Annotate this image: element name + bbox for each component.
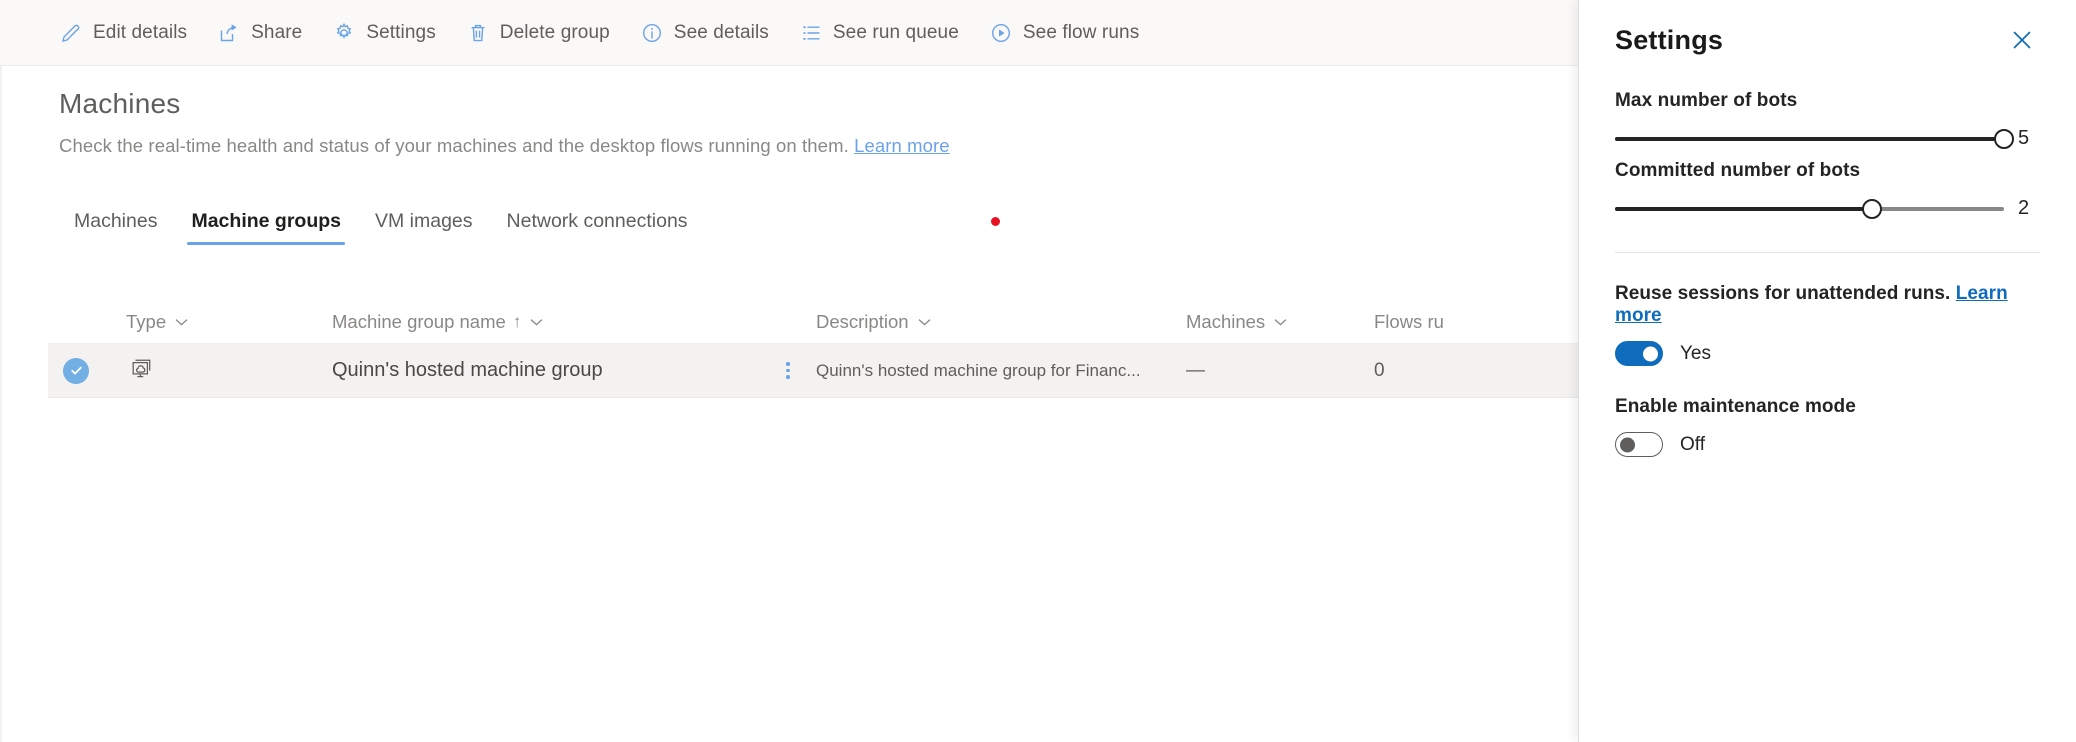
settings-label: Settings: [366, 21, 436, 43]
column-header-description[interactable]: Description: [816, 311, 1186, 333]
maintenance-mode-label: Enable maintenance mode: [1615, 396, 1856, 417]
trash-icon: [467, 22, 489, 44]
column-header-machines-label: Machines: [1186, 310, 1266, 332]
settings-panel-title: Settings: [1615, 24, 1724, 55]
learn-more-link[interactable]: Learn more: [854, 135, 950, 156]
left-edge-strip: [0, 66, 2, 742]
delete-group-label: Delete group: [499, 21, 610, 43]
column-header-flows-running[interactable]: Flows ru: [1374, 311, 1578, 333]
toggle-knob: [1620, 437, 1635, 452]
row-type-cell: [104, 353, 286, 388]
committed-bots-slider-row: 2: [1615, 197, 2040, 220]
committed-bots-slider-thumb[interactable]: [1861, 198, 1882, 219]
see-flow-runs-label: See flow runs: [1022, 21, 1140, 43]
panel-divider: [1615, 252, 2040, 253]
committed-bots-label: Committed number of bots: [1615, 160, 1861, 181]
tab-network-connections[interactable]: Network connections: [490, 210, 705, 245]
column-header-machine-group-name[interactable]: Machine group name ↑: [332, 311, 543, 333]
close-button[interactable]: [2004, 22, 2040, 58]
reuse-sessions-toggle[interactable]: [1615, 341, 1663, 366]
info-icon: [641, 22, 663, 44]
max-bots-value: 5: [2018, 127, 2030, 149]
max-bots-slider-fill: [1615, 136, 2004, 141]
chevron-down-icon: [530, 318, 543, 325]
max-bots-slider-row: 5: [1615, 127, 2040, 150]
settings-panel-header: Settings: [1615, 0, 2040, 80]
row-description-cell: Quinn's hosted machine group for Financ.…: [811, 361, 1186, 381]
chevron-down-icon: [175, 318, 188, 325]
chevron-down-icon: [918, 318, 930, 325]
see-details-label: See details: [673, 21, 769, 43]
maintenance-mode-state: Off: [1680, 433, 1705, 455]
checkmark-icon: [63, 357, 89, 384]
committed-bots-value: 2: [2018, 197, 2030, 219]
machines-page: Edit details Share Settings Delete group…: [0, 0, 2076, 742]
see-details-button[interactable]: See details: [636, 15, 783, 51]
column-header-name-label: Machine group name: [332, 310, 506, 332]
toggle-knob: [1643, 346, 1658, 361]
reuse-sessions-label: Reuse sessions for unattended runs. Lear…: [1615, 283, 2040, 327]
table-row[interactable]: Quinn's hosted machine group Quinn's hos…: [48, 344, 1578, 398]
committed-bots-slider-fill: [1615, 206, 1872, 211]
maintenance-mode-toggle[interactable]: [1615, 432, 1663, 457]
machine-groups-table: Type Machine group name ↑ Description Ma…: [48, 300, 1578, 398]
column-header-flows-label: Flows ru: [1374, 310, 1444, 332]
see-flow-runs-button[interactable]: See flow runs: [985, 15, 1153, 51]
edit-details-label: Edit details: [93, 21, 188, 43]
tab-vm-images[interactable]: VM images: [358, 210, 490, 245]
tab-machines[interactable]: Machines: [57, 210, 174, 245]
see-run-queue-label: See run queue: [832, 21, 959, 43]
gear-icon: [333, 22, 355, 44]
row-flows-cell: 0: [1374, 360, 1578, 382]
page-title: Machines: [59, 88, 181, 119]
row-machines-text: —: [1186, 359, 1205, 381]
settings-panel: Settings Max number of bots 5 Committed …: [1578, 0, 2076, 742]
sort-ascending-icon: ↑: [512, 311, 522, 331]
share-icon: [218, 22, 240, 44]
row-select-checkbox[interactable]: [48, 357, 104, 384]
reuse-sessions-row: Yes: [1615, 341, 2040, 366]
row-description-text: Quinn's hosted machine group for Financ.…: [816, 360, 1141, 380]
tab-machine-groups[interactable]: Machine groups: [174, 210, 358, 245]
column-header-type-label: Type: [126, 310, 167, 332]
list-icon: [800, 22, 822, 44]
machine-group-cloud-icon: [132, 359, 151, 378]
column-header-description-label: Description: [816, 310, 909, 332]
delete-group-button[interactable]: Delete group: [462, 15, 624, 51]
reuse-sessions-text: Reuse sessions for unattended runs.: [1615, 283, 1951, 304]
max-bots-label: Max number of bots: [1615, 90, 1798, 111]
table-header-row: Type Machine group name ↑ Description Ma…: [48, 300, 1578, 344]
committed-bots-slider[interactable]: [1615, 198, 2004, 219]
play-circle-icon: [990, 22, 1012, 44]
max-bots-slider[interactable]: [1615, 128, 2014, 149]
settings-button[interactable]: Settings: [328, 15, 449, 51]
row-more-actions-button[interactable]: [771, 354, 805, 388]
see-run-queue-button[interactable]: See run queue: [795, 15, 973, 51]
row-name-text: Quinn's hosted machine group: [332, 359, 603, 381]
reuse-sessions-state: Yes: [1680, 342, 1711, 364]
command-bar: Edit details Share Settings Delete group…: [0, 0, 1578, 66]
row-machines-cell: —: [1186, 360, 1374, 382]
row-flows-text: 0: [1374, 359, 1385, 381]
tab-bar: Machines Machine groups VM images Networ…: [57, 197, 705, 245]
max-bots-slider-thumb[interactable]: [1994, 128, 2014, 149]
cursor-marker: [991, 217, 1000, 226]
page-header: Machines Check the real-time health and …: [59, 88, 1509, 157]
column-header-machines[interactable]: Machines: [1186, 311, 1374, 333]
edit-details-button[interactable]: Edit details: [55, 15, 201, 51]
share-button[interactable]: Share: [213, 15, 316, 51]
row-name-cell: Quinn's hosted machine group: [286, 354, 811, 388]
pencil-icon: [60, 22, 82, 44]
page-subtitle-text: Check the real-time health and status of…: [59, 135, 849, 156]
chevron-down-icon: [1274, 318, 1287, 325]
column-header-type[interactable]: Type: [126, 311, 286, 333]
share-label: Share: [251, 21, 303, 43]
close-icon: [2013, 31, 2031, 49]
maintenance-mode-row: Off: [1615, 432, 2040, 457]
page-subtitle: Check the real-time health and status of…: [59, 135, 1509, 157]
